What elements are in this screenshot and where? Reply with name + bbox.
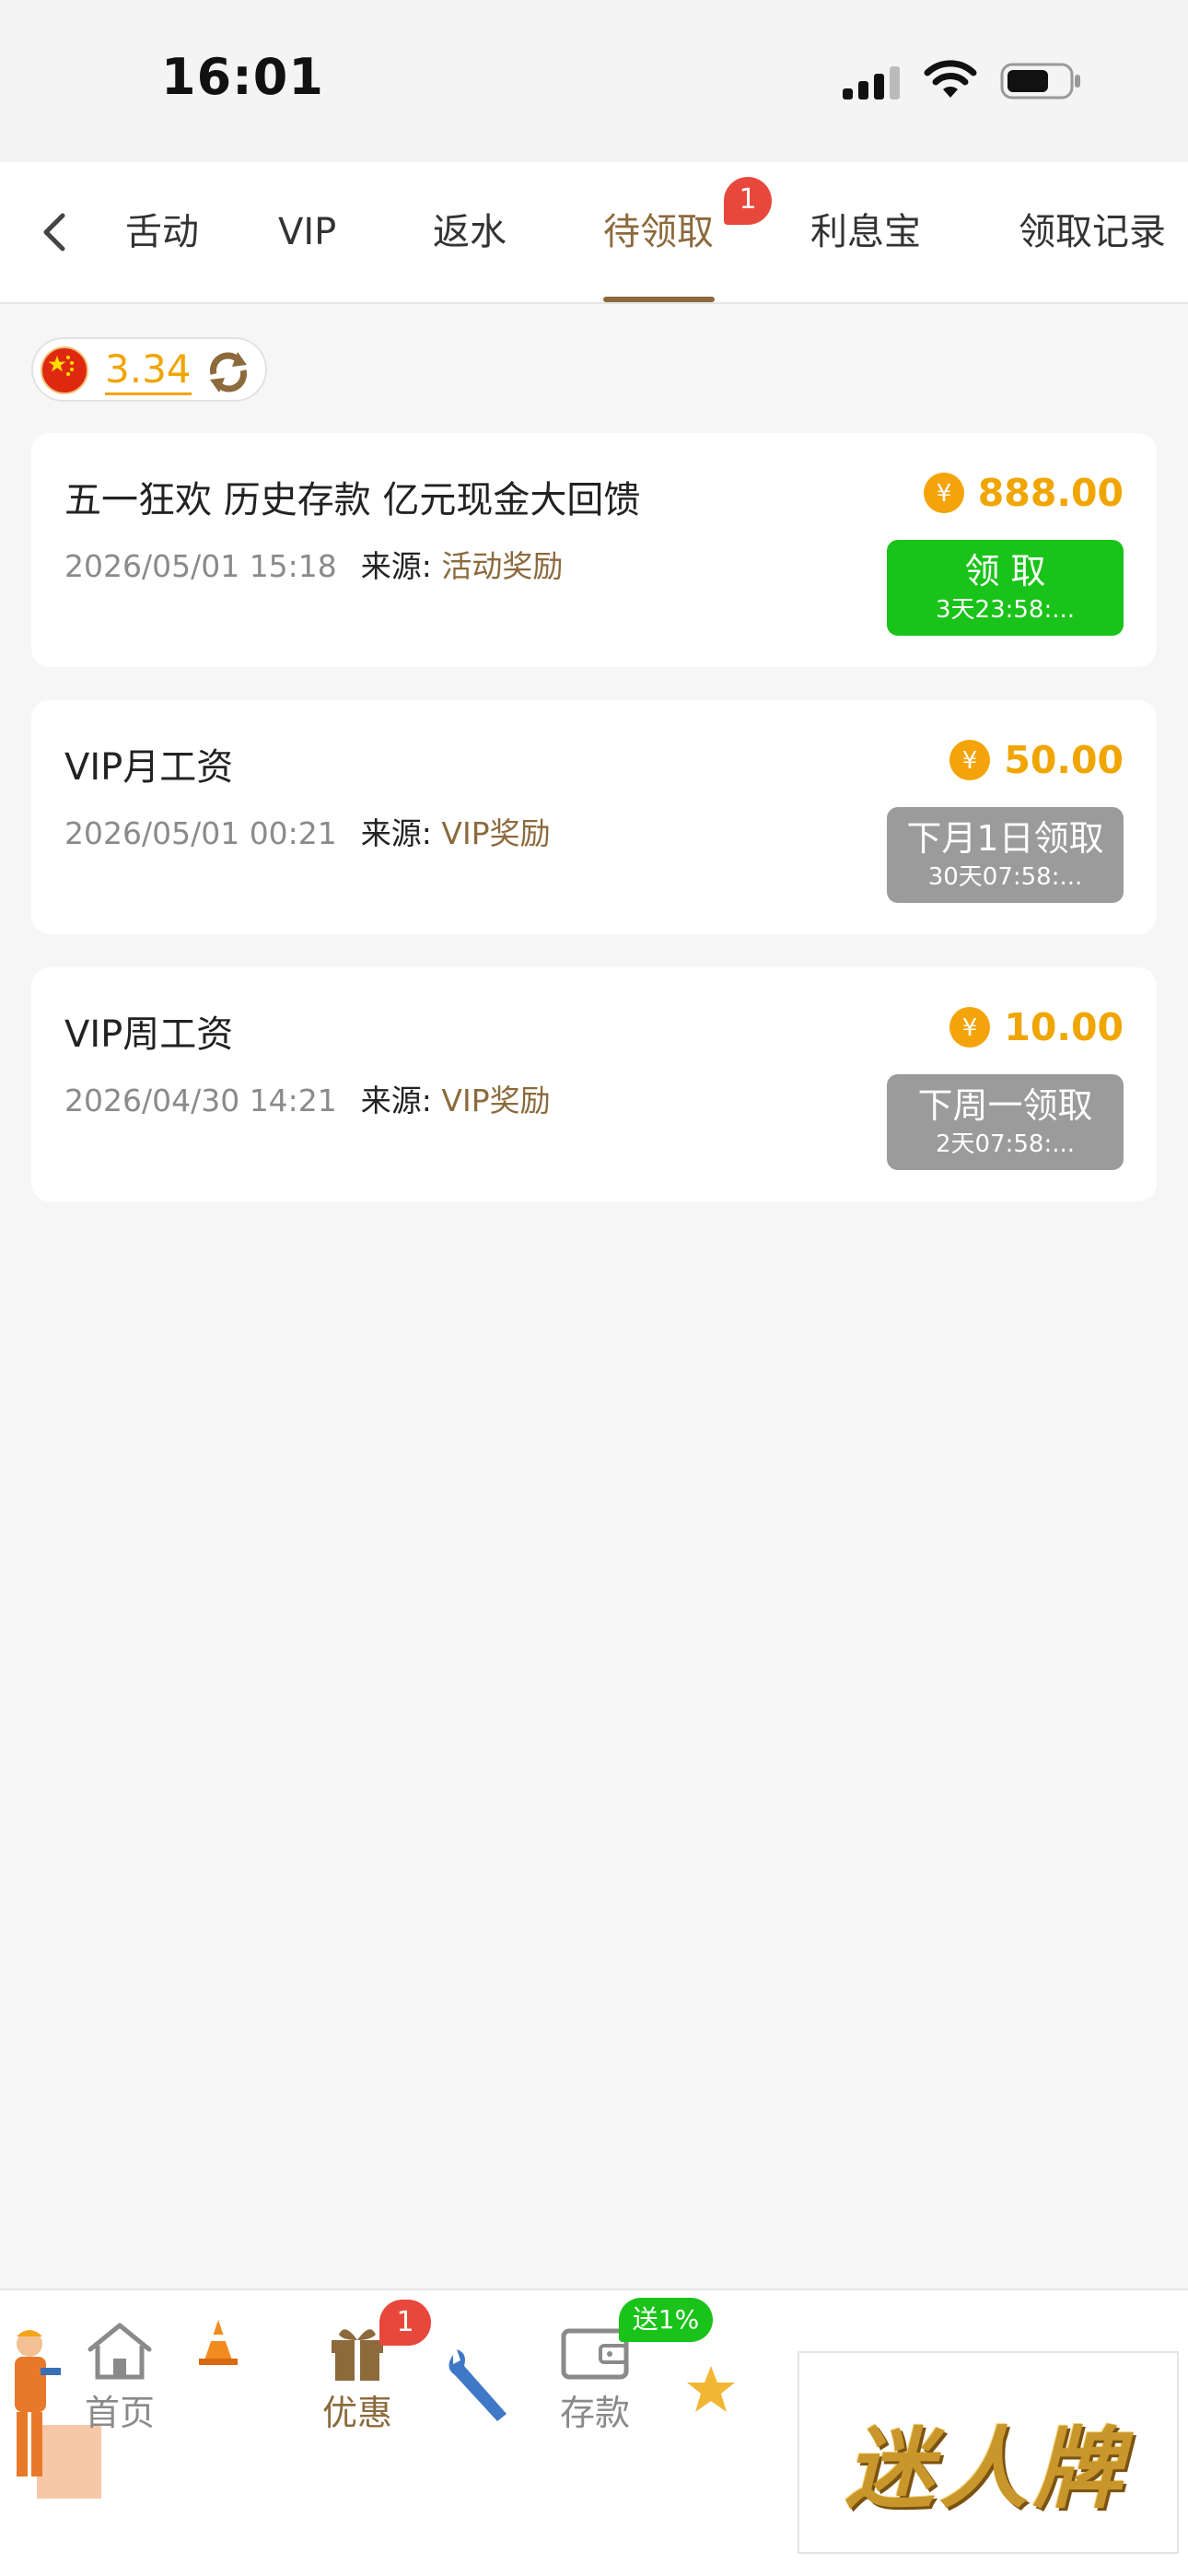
wrench-icon: [448, 2349, 507, 2421]
claim-button-disabled[interactable]: 下周一领取 2天07:58:...: [887, 1074, 1124, 1170]
promotions-badge: 1: [379, 2300, 431, 2346]
source-label: 来源:: [360, 815, 432, 851]
svg-text:¥: ¥: [962, 747, 978, 775]
source-label: 来源:: [360, 1083, 432, 1118]
yuan-coin-icon: ¥: [949, 740, 991, 780]
svg-text:¥: ¥: [937, 480, 952, 508]
wifi-icon: [924, 60, 977, 98]
bottom-tab-bar: 首页 优惠 1 存款 送1% 迷人牌: [0, 2289, 1188, 2576]
yuan-coin-icon: ¥: [949, 1007, 991, 1048]
claim-button-disabled[interactable]: 下月1日领取 30天07:58:...: [887, 807, 1124, 903]
bottom-tab-label: 首页: [84, 2393, 155, 2433]
balance-amount: 3.34: [105, 346, 192, 395]
amount-value: 888.00: [977, 471, 1124, 515]
claim-button-label: 领 取: [964, 551, 1046, 591]
top-tab-bar: 舌动 VIP 返水 待领取 1 利息宝 领取记录: [0, 162, 1188, 304]
home-icon: [87, 2323, 152, 2380]
active-tab-indicator: [603, 297, 715, 302]
reward-date: 2026/05/01 00:21: [64, 815, 337, 851]
reward-meta: 2026/04/30 14:21 来源: VIP奖励: [64, 1076, 551, 1120]
reward-meta: 2026/05/01 00:21 来源: VIP奖励: [64, 809, 551, 853]
reward-title: VIP周工资: [64, 1013, 234, 1056]
bottom-tab-label: 存款: [559, 2393, 630, 2433]
claim-button[interactable]: 领 取 3天23:58:...: [887, 540, 1124, 636]
reward-card: 五一狂欢 历史存款 亿元现金大回馈 2026/05/01 15:18 来源: 活动…: [31, 433, 1157, 667]
battery-icon: [1000, 63, 1080, 100]
advertisement-banner[interactable]: 迷人牌: [798, 2351, 1179, 2554]
reward-meta: 2026/05/01 15:18 来源: 活动奖励: [64, 542, 563, 586]
reward-source: VIP奖励: [441, 815, 551, 851]
cellular-signal-icon: [843, 66, 902, 100]
amount-value: 10.00: [1004, 1005, 1124, 1049]
bottom-tab-label: 优惠: [321, 2393, 392, 2433]
pending-count-badge: 1: [724, 177, 772, 225]
tab-interest[interactable]: 利息宝: [810, 205, 921, 260]
reward-source: VIP奖励: [441, 1083, 551, 1118]
bottom-tab-home[interactable]: 首页: [55, 2318, 184, 2435]
tab-activity[interactable]: 舌动: [125, 205, 199, 260]
traffic-cone-icon: [199, 2320, 238, 2365]
deposit-promo-badge: 送1%: [619, 2298, 713, 2342]
reward-amount: ¥ 10.00: [949, 1004, 1124, 1050]
yuan-coin-icon: ¥: [923, 473, 964, 513]
reward-date: 2026/04/30 14:21: [64, 1083, 337, 1118]
tab-pending[interactable]: 待领取: [603, 205, 714, 260]
svg-text:¥: ¥: [962, 1014, 978, 1042]
claim-button-label: 下月1日领取: [906, 818, 1104, 859]
reward-card: VIP月工资 2026/05/01 00:21 来源: VIP奖励 ¥ 50.00…: [31, 700, 1157, 934]
balance-pill: 3.34: [31, 337, 267, 402]
reward-date: 2026/05/01 15:18: [64, 548, 337, 584]
reward-title: VIP月工资: [64, 746, 234, 789]
status-bar: 16:01: [0, 0, 1188, 162]
status-time: 16:01: [161, 48, 324, 106]
claim-button-label: 下周一领取: [917, 1085, 1093, 1126]
star-icon: [687, 2366, 735, 2412]
reward-card: VIP周工资 2026/04/30 14:21 来源: VIP奖励 ¥ 10.00…: [31, 967, 1157, 1201]
back-chevron-icon[interactable]: [33, 205, 74, 260]
amount-value: 50.00: [1004, 738, 1124, 782]
claim-countdown: 3天23:58:...: [935, 596, 1076, 624]
tab-vip[interactable]: VIP: [278, 205, 336, 260]
tab-rebate[interactable]: 返水: [433, 205, 507, 260]
advertisement-text: 迷人牌: [845, 2417, 1127, 2521]
claim-countdown: 30天07:58:...: [927, 863, 1083, 891]
claim-countdown: 2天07:58:...: [935, 1130, 1076, 1158]
tab-claim-history[interactable]: 领取记录: [1019, 205, 1166, 260]
reward-title: 五一狂欢 历史存款 亿元现金大回馈: [64, 479, 641, 521]
reward-amount: ¥ 888.00: [923, 470, 1124, 516]
refresh-icon[interactable]: [203, 346, 254, 398]
china-flag-icon: [41, 346, 88, 394]
reward-source: 活动奖励: [441, 548, 564, 584]
source-label: 来源:: [360, 548, 432, 584]
reward-amount: ¥ 50.00: [949, 737, 1124, 783]
